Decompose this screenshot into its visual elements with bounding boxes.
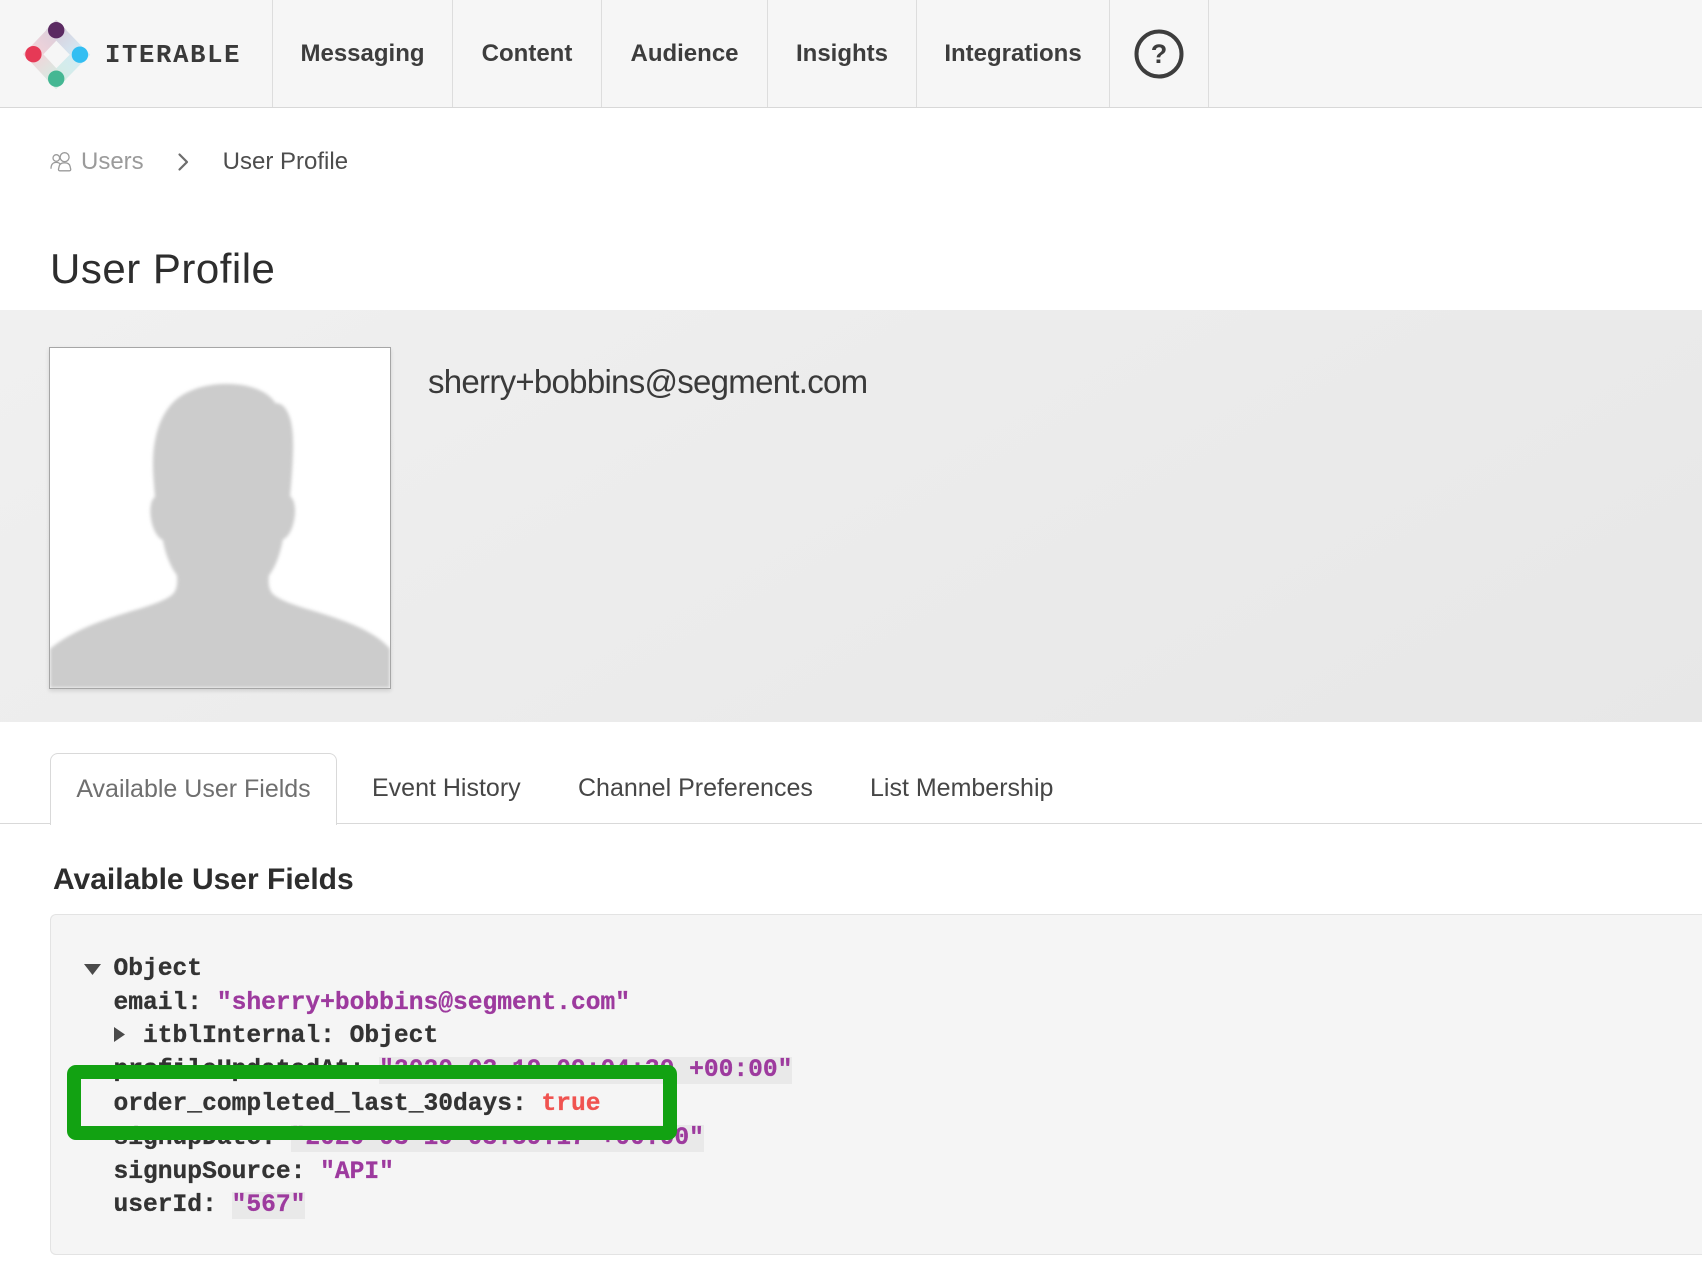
svg-text:?: ? xyxy=(1151,39,1168,69)
